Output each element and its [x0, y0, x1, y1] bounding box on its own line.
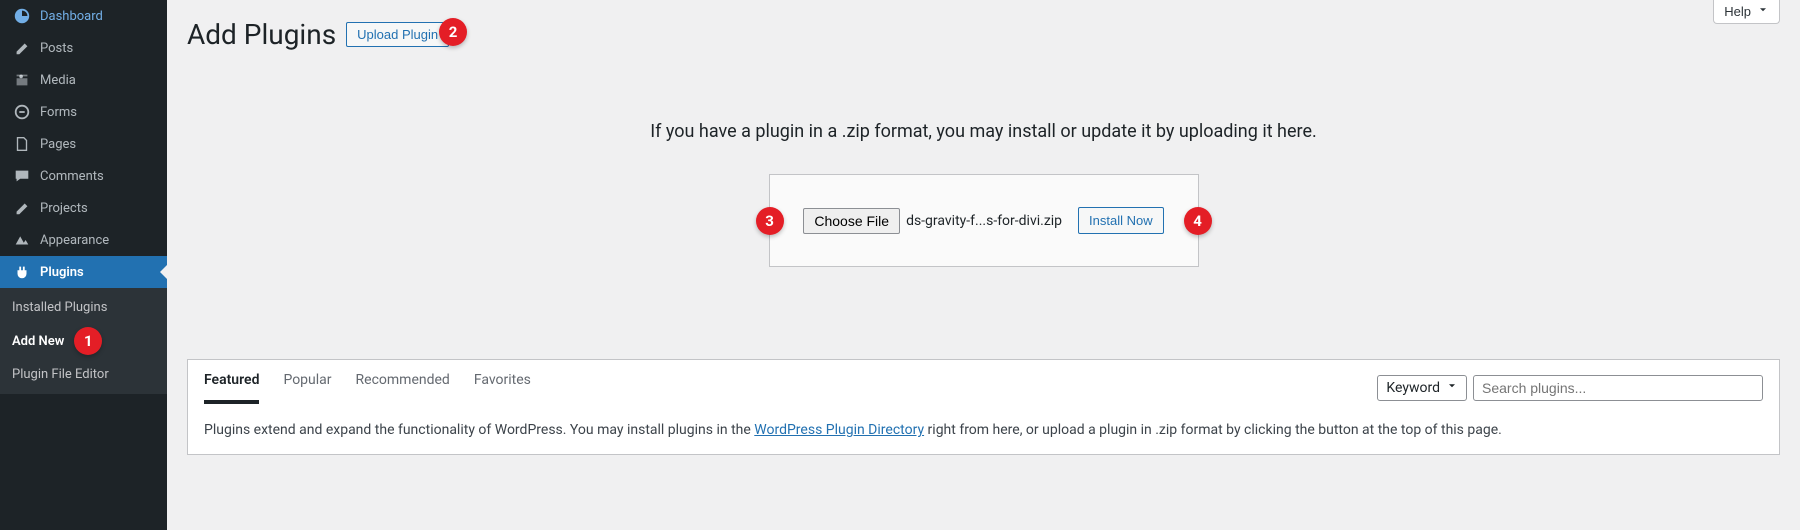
sidebar-item-plugins[interactable]: Plugins — [0, 256, 167, 288]
sidebar-item-label: Forms — [40, 105, 77, 120]
tutorial-badge-1: 1 — [74, 327, 102, 355]
upload-description: If you have a plugin in a .zip format, y… — [187, 121, 1780, 142]
sidebar-item-comments[interactable]: Comments — [0, 160, 167, 192]
plugins-submenu: Installed Plugins Add New 1 Plugin File … — [0, 288, 167, 394]
search-type-label: Keyword — [1386, 380, 1440, 396]
submenu-item-installed-plugins[interactable]: Installed Plugins — [0, 294, 167, 321]
wordpress-plugin-directory-link[interactable]: WordPress Plugin Directory — [754, 422, 924, 438]
tab-featured[interactable]: Featured — [204, 372, 259, 404]
chevron-down-icon — [1757, 4, 1769, 19]
sidebar-item-label: Appearance — [40, 233, 109, 248]
sidebar-item-label: Posts — [40, 41, 73, 56]
sidebar-item-appearance[interactable]: Appearance — [0, 224, 167, 256]
pages-icon — [12, 135, 32, 153]
sidebar-item-label: Media — [40, 73, 76, 88]
admin-sidebar: Dashboard Posts Media Forms Pages — [0, 0, 167, 530]
sidebar-item-label: Projects — [40, 201, 88, 216]
sidebar-item-dashboard[interactable]: Dashboard — [0, 0, 167, 32]
tab-popular[interactable]: Popular — [283, 372, 331, 404]
tab-recommended[interactable]: Recommended — [356, 372, 450, 404]
sidebar-item-posts[interactable]: Posts — [0, 32, 167, 64]
sidebar-item-projects[interactable]: Projects — [0, 192, 167, 224]
plugin-desc-text: Plugins extend and expand the functional… — [204, 422, 1763, 438]
selected-filename: ds-gravity-f...s-for-divi.zip — [906, 213, 1062, 229]
tab-favorites[interactable]: Favorites — [474, 372, 531, 404]
plugins-icon — [12, 263, 32, 281]
upload-area: If you have a plugin in a .zip format, y… — [187, 121, 1780, 267]
posts-icon — [12, 39, 32, 57]
submenu-item-label: Installed Plugins — [12, 300, 107, 315]
upload-plugin-button[interactable]: Upload Plugin — [346, 22, 449, 47]
plugin-tabs: Featured Popular Recommended Favorites — [204, 372, 531, 404]
sidebar-item-pages[interactable]: Pages — [0, 128, 167, 160]
tutorial-badge-2: 2 — [439, 18, 467, 46]
help-button[interactable]: Help — [1713, 0, 1780, 24]
plugin-search-input[interactable] — [1473, 375, 1763, 401]
choose-file-button[interactable]: Choose File — [803, 208, 900, 234]
help-label: Help — [1724, 4, 1751, 19]
plugin-list-panel: Featured Popular Recommended Favorites K… — [187, 359, 1780, 455]
projects-icon — [12, 199, 32, 217]
submenu-item-plugin-file-editor[interactable]: Plugin File Editor — [0, 361, 167, 388]
sidebar-item-forms[interactable]: Forms — [0, 96, 167, 128]
submenu-item-label: Add New — [12, 334, 64, 349]
media-icon — [12, 71, 32, 89]
sidebar-item-label: Dashboard — [40, 9, 103, 24]
appearance-icon — [12, 231, 32, 249]
sidebar-item-label: Pages — [40, 137, 76, 152]
dashboard-icon — [12, 7, 32, 25]
install-now-button[interactable]: Install Now — [1078, 207, 1164, 234]
desc-text-after: right from here, or upload a plugin in .… — [924, 422, 1502, 438]
desc-text-before: Plugins extend and expand the functional… — [204, 422, 754, 438]
submenu-item-label: Plugin File Editor — [12, 367, 109, 382]
upload-form: 3 Choose File ds-gravity-f...s-for-divi.… — [769, 174, 1199, 267]
tutorial-badge-4: 4 — [1184, 207, 1212, 235]
main-content: Help Add Plugins Upload Plugin 2 If you … — [167, 0, 1800, 530]
page-title: Add Plugins — [187, 18, 336, 51]
sidebar-item-label: Comments — [40, 169, 104, 184]
tutorial-badge-3: 3 — [756, 207, 784, 235]
sidebar-item-label: Plugins — [40, 265, 84, 280]
sidebar-item-media[interactable]: Media — [0, 64, 167, 96]
comments-icon — [12, 167, 32, 185]
search-type-select[interactable]: Keyword — [1377, 375, 1467, 401]
submenu-item-add-new[interactable]: Add New 1 — [0, 321, 167, 361]
chevron-down-icon — [1446, 380, 1458, 396]
forms-icon — [12, 103, 32, 121]
